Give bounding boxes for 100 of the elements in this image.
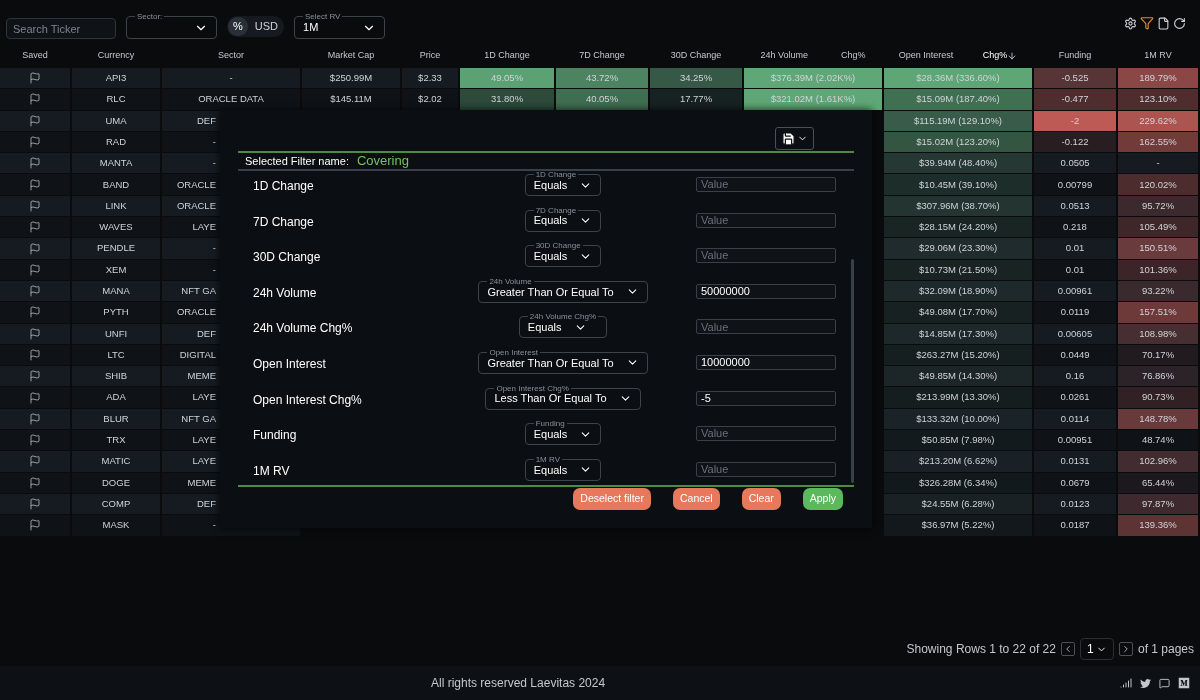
flag-icon[interactable] bbox=[29, 498, 41, 511]
table-cell: $15.02M (123.20%) bbox=[884, 131, 1032, 153]
table-cell: $250.99M bbox=[302, 68, 400, 89]
value-field[interactable]: Value bbox=[696, 426, 836, 442]
table-cell: TRX bbox=[72, 430, 160, 451]
dropdown[interactable]: 24h Volume Chg% Equals bbox=[518, 312, 608, 339]
table-cell: $49.85M (14.30%) bbox=[884, 366, 1032, 387]
dropdown-value: Equals bbox=[533, 462, 568, 478]
table-cell: MANTA bbox=[72, 153, 160, 174]
bird-icon[interactable] bbox=[1140, 677, 1151, 689]
flag-icon[interactable] bbox=[29, 349, 41, 361]
flag-icon[interactable] bbox=[29, 370, 41, 383]
value-field[interactable]: Value bbox=[696, 319, 836, 335]
column-header[interactable]: Open Interest bbox=[898, 49, 954, 63]
value-field[interactable]: 50000000 bbox=[696, 283, 836, 299]
dropdown[interactable]: 24h Volume Greater Than Or Equal To bbox=[478, 276, 648, 303]
column-header[interactable]: Chg% bbox=[841, 49, 866, 63]
scrollbar[interactable] bbox=[851, 259, 854, 483]
next-page-button[interactable] bbox=[1118, 642, 1133, 656]
dropdown[interactable]: Funding Equals bbox=[524, 419, 602, 446]
flag-icon[interactable] bbox=[29, 178, 41, 191]
table-cell: $145.11M bbox=[302, 89, 400, 110]
column-header[interactable]: 7D Change bbox=[556, 49, 648, 63]
table-cell: 31.80% bbox=[460, 89, 554, 110]
table-cell: 17.77% bbox=[650, 89, 742, 110]
flag-icon[interactable] bbox=[29, 327, 41, 340]
flag-icon[interactable] bbox=[29, 285, 41, 298]
column-header[interactable]: 1D Change bbox=[460, 49, 554, 63]
signal-icon[interactable] bbox=[1120, 677, 1132, 689]
column-header[interactable]: Saved bbox=[0, 49, 70, 63]
table-cell: XEM bbox=[72, 259, 160, 280]
column-header[interactable]: Funding bbox=[1034, 49, 1116, 63]
unit-option[interactable]: USD bbox=[249, 17, 283, 36]
flag-icon[interactable] bbox=[29, 221, 41, 234]
flag-icon[interactable] bbox=[29, 519, 41, 532]
column-header[interactable]: 24h Volume bbox=[760, 49, 809, 63]
value-field[interactable]: 10000000 bbox=[696, 354, 836, 370]
column-header[interactable]: 30D Change bbox=[650, 49, 742, 63]
table-cell: $49.08M (17.70%) bbox=[884, 302, 1032, 323]
flag-icon[interactable] bbox=[29, 199, 41, 212]
column-header[interactable]: Market Cap bbox=[302, 49, 400, 63]
flag-icon[interactable] bbox=[29, 72, 41, 85]
flag-icon[interactable] bbox=[29, 136, 41, 149]
table-cell: 0.00951 bbox=[1034, 430, 1116, 451]
dropdown[interactable]: Open Interest Chg% Less Than Or Equal To bbox=[485, 383, 641, 410]
dropdown[interactable]: Select RV 1M bbox=[294, 12, 385, 39]
file-icon[interactable] bbox=[1157, 16, 1170, 30]
save-menu-button[interactable] bbox=[775, 127, 814, 150]
table-cell: $2.02 bbox=[402, 89, 458, 110]
page-select[interactable]: 1 bbox=[1079, 638, 1114, 660]
table-cell: 101.36% bbox=[1118, 259, 1198, 280]
column-header[interactable]: Price bbox=[402, 49, 458, 63]
dropdown[interactable]: Sector: bbox=[126, 12, 217, 39]
column-header[interactable]: Sector bbox=[162, 49, 300, 63]
flag-icon[interactable] bbox=[29, 114, 41, 127]
flag-icon[interactable] bbox=[29, 455, 41, 468]
flag-icon[interactable] bbox=[29, 263, 41, 276]
unit-option[interactable]: % bbox=[228, 17, 248, 36]
flag-icon[interactable] bbox=[29, 242, 41, 255]
value-field[interactable]: Value bbox=[696, 248, 836, 264]
table-cell: $133.32M (10.00%) bbox=[884, 408, 1032, 430]
value-field[interactable]: Value bbox=[696, 461, 836, 477]
refresh-icon[interactable] bbox=[1173, 16, 1186, 30]
table-cell: 0.00799 bbox=[1034, 174, 1116, 195]
table-cell: -0.525 bbox=[1034, 68, 1116, 89]
table-cell: PYTH bbox=[72, 302, 160, 323]
column-header[interactable]: Chg% bbox=[982, 49, 1008, 63]
flag-icon[interactable] bbox=[29, 157, 41, 170]
dropdown[interactable]: 1M RV Equals bbox=[524, 454, 602, 481]
table-cell: 0.0261 bbox=[1034, 387, 1116, 408]
flag-icon[interactable] bbox=[29, 306, 41, 319]
flag-icon[interactable] bbox=[29, 391, 41, 404]
column-header[interactable]: Currency bbox=[72, 49, 160, 63]
flag-icon[interactable] bbox=[29, 412, 41, 425]
flag-icon[interactable] bbox=[29, 434, 41, 447]
chat-icon[interactable] bbox=[1159, 677, 1170, 689]
search-field[interactable]: Search Ticker bbox=[6, 18, 116, 39]
table-cell: 0.0123 bbox=[1034, 493, 1116, 515]
value-field[interactable]: -5 bbox=[696, 390, 836, 406]
value-field[interactable]: Value bbox=[696, 177, 836, 192]
table-cell: COMP bbox=[72, 493, 160, 515]
medium-icon[interactable] bbox=[1178, 677, 1190, 689]
value-field[interactable]: Value bbox=[696, 212, 836, 228]
filter-icon[interactable] bbox=[1140, 16, 1154, 30]
settings-icon[interactable] bbox=[1124, 16, 1137, 30]
dropdown[interactable]: 1D Change Equals bbox=[524, 171, 602, 196]
dropdown-label: 1M RV bbox=[534, 454, 561, 464]
table-cell: PENDLE bbox=[72, 238, 160, 259]
filter-name: Covering bbox=[356, 152, 409, 171]
dropdown[interactable]: Open Interest Greater Than Or Equal To bbox=[478, 347, 648, 374]
flag-icon[interactable] bbox=[29, 476, 41, 489]
table-cell: 70.17% bbox=[1118, 344, 1198, 366]
flag-icon[interactable] bbox=[29, 93, 41, 106]
column-header[interactable]: 1M RV bbox=[1118, 49, 1198, 63]
dropdown[interactable]: 30D Change Equals bbox=[524, 241, 602, 268]
dropdown-value: Equals bbox=[533, 178, 568, 193]
table-cell: 65.44% bbox=[1118, 472, 1198, 493]
previous-page-button[interactable] bbox=[1060, 642, 1075, 656]
dropdown[interactable]: 7D Change Equals bbox=[524, 205, 602, 232]
table-cell: 105.49% bbox=[1118, 217, 1198, 238]
